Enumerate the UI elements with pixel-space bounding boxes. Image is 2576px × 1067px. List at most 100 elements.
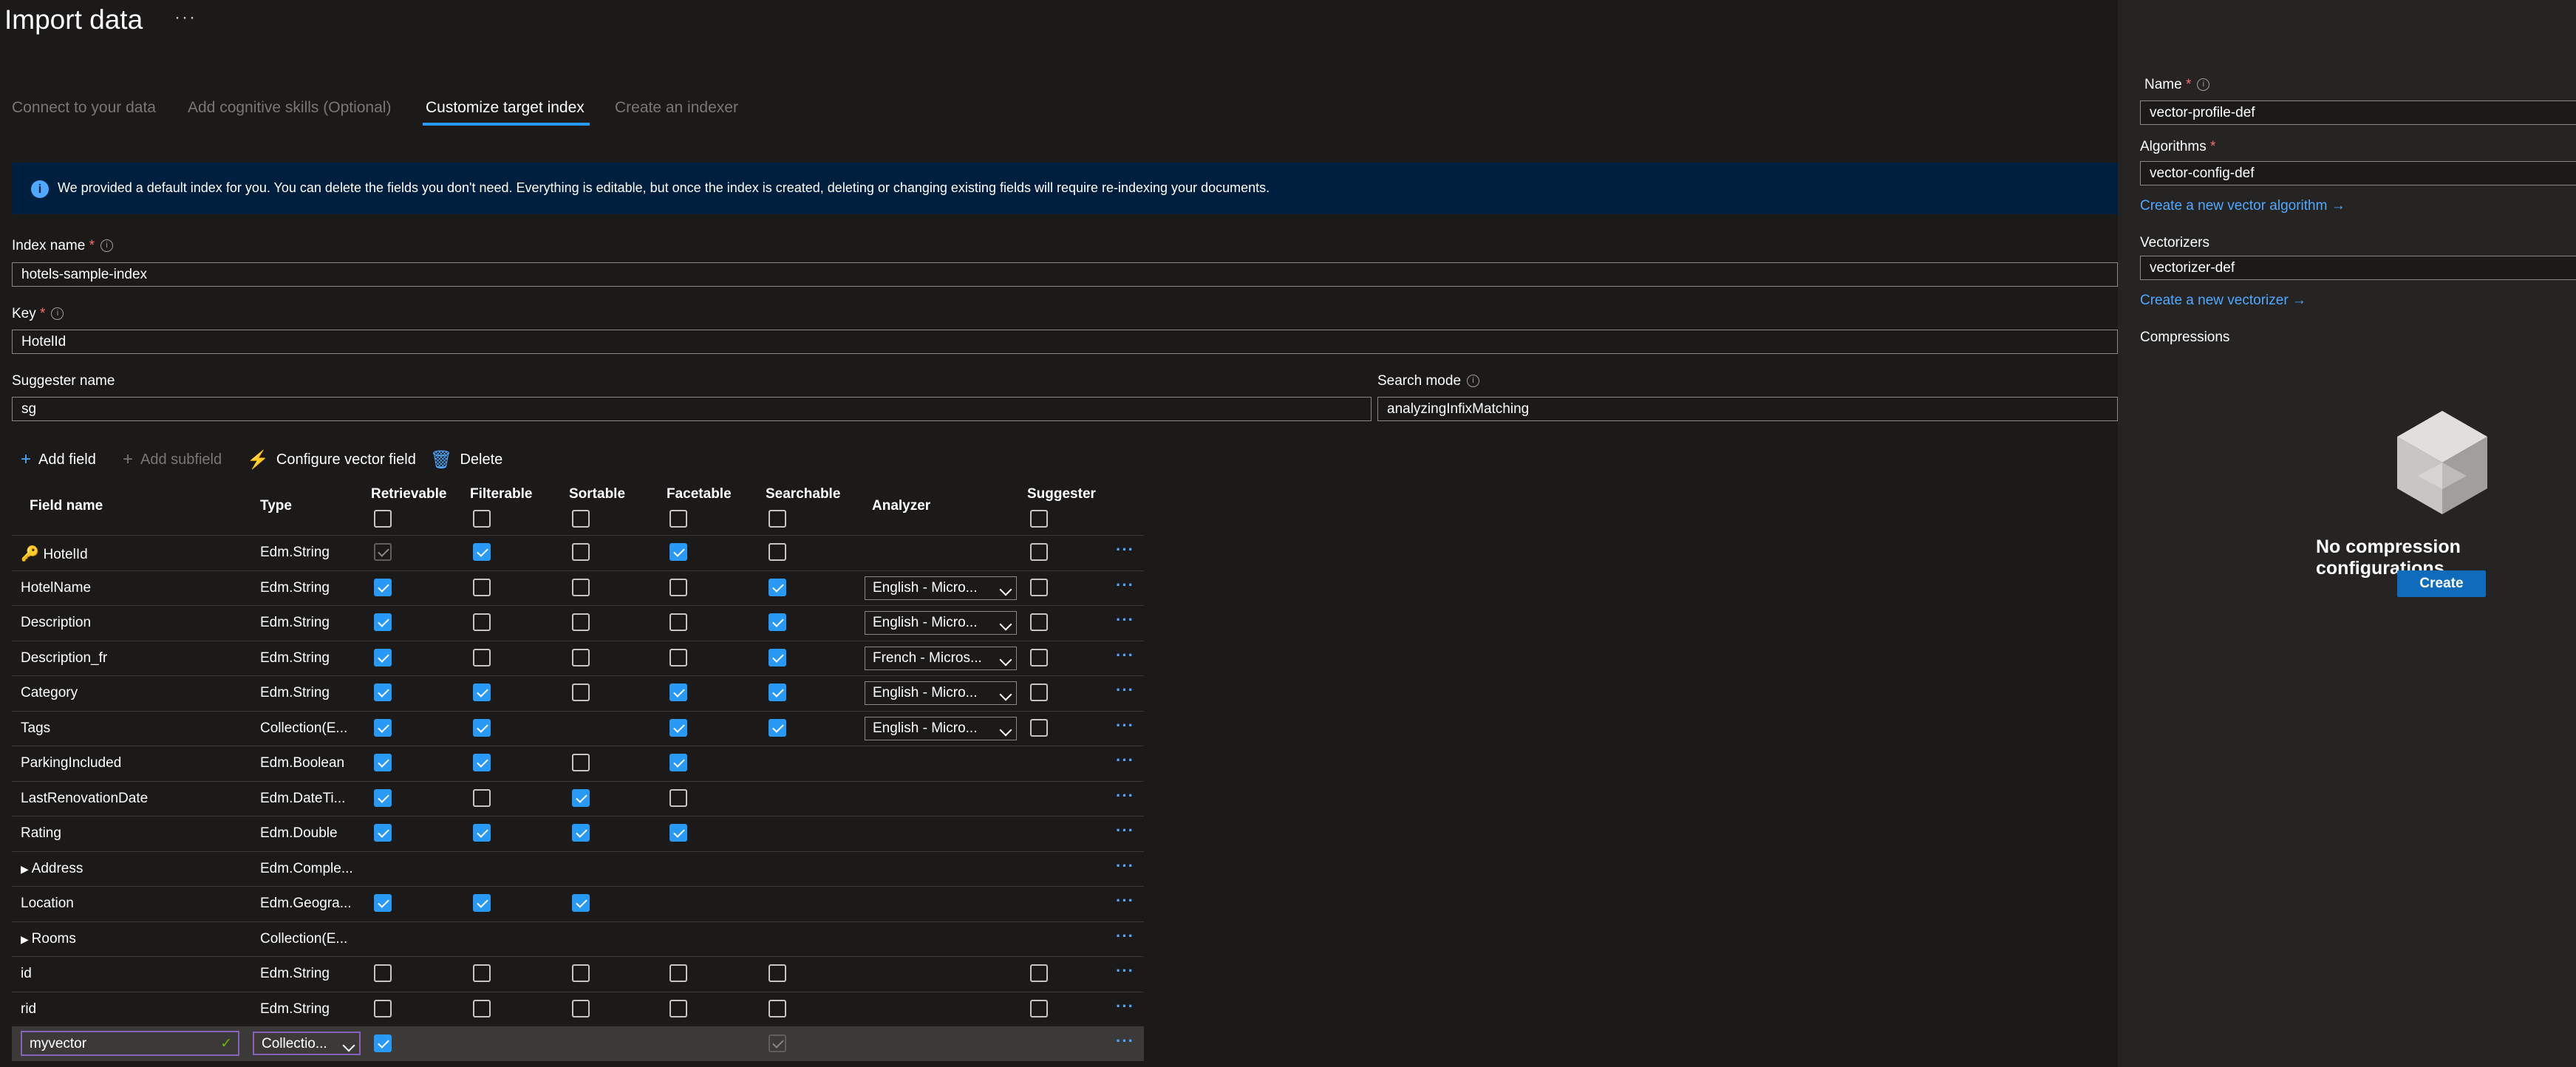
filterable-checkbox[interactable] bbox=[473, 718, 491, 737]
table-row[interactable]: Tags Collection(E... English - Micro... ··· bbox=[12, 710, 1144, 746]
row-more-icon[interactable]: ··· bbox=[1116, 576, 1134, 593]
filterable-checkbox[interactable] bbox=[473, 754, 491, 771]
retrievable-checkbox[interactable] bbox=[374, 754, 392, 771]
filterable-checkbox[interactable] bbox=[473, 578, 491, 596]
searchable-checkbox[interactable] bbox=[769, 543, 786, 561]
row-more-icon[interactable]: ··· bbox=[1116, 752, 1134, 768]
retrievable-checkbox[interactable] bbox=[374, 718, 392, 737]
filterable-checkbox[interactable] bbox=[473, 824, 491, 842]
searchable-checkbox[interactable] bbox=[769, 613, 786, 631]
facetable-checkbox[interactable] bbox=[669, 613, 687, 631]
tab-cognitive-skills[interactable]: Add cognitive skills (Optional) bbox=[188, 99, 391, 117]
retrievable-checkbox[interactable] bbox=[374, 964, 392, 982]
row-more-icon[interactable]: ··· bbox=[1116, 542, 1134, 558]
table-row[interactable]: rid Edm.String ··· bbox=[12, 991, 1144, 1026]
facetable-checkbox[interactable] bbox=[669, 578, 687, 596]
filterable-checkbox[interactable] bbox=[473, 999, 491, 1017]
suggester-checkbox[interactable] bbox=[1030, 613, 1048, 631]
sortable-checkbox[interactable] bbox=[572, 964, 590, 982]
search-mode-input[interactable]: analyzingInfixMatching bbox=[1377, 397, 2118, 421]
table-row[interactable]: HotelName Edm.String English - Micro... ··· bbox=[12, 570, 1144, 605]
profile-name-input[interactable]: vector-profile-def bbox=[2140, 100, 2576, 125]
select-all-facetable-checkbox[interactable] bbox=[669, 510, 687, 528]
searchable-checkbox[interactable] bbox=[769, 999, 786, 1017]
retrievable-checkbox[interactable] bbox=[374, 684, 392, 701]
sortable-checkbox[interactable] bbox=[572, 999, 590, 1017]
sortable-checkbox[interactable] bbox=[572, 543, 590, 561]
sortable-checkbox[interactable] bbox=[572, 788, 590, 807]
searchable-checkbox[interactable] bbox=[769, 718, 786, 737]
retrievable-checkbox[interactable] bbox=[374, 894, 392, 912]
facetable-checkbox[interactable] bbox=[669, 648, 687, 667]
retrievable-checkbox[interactable] bbox=[374, 824, 392, 842]
analyzer-select[interactable]: English - Micro... bbox=[865, 681, 1017, 705]
suggester-checkbox[interactable] bbox=[1030, 999, 1048, 1017]
retrievable-checkbox[interactable] bbox=[374, 1034, 392, 1052]
facetable-checkbox[interactable] bbox=[669, 999, 687, 1017]
searchable-checkbox[interactable] bbox=[769, 964, 786, 982]
row-more-icon[interactable]: ··· bbox=[1116, 927, 1134, 944]
analyzer-select[interactable]: English - Micro... bbox=[865, 716, 1017, 740]
row-more-icon[interactable]: ··· bbox=[1116, 857, 1134, 873]
create-algorithm-link[interactable]: Create a new vector algorithm → bbox=[2140, 198, 2345, 214]
table-row[interactable]: ParkingIncluded Edm.Boolean ··· bbox=[12, 746, 1144, 780]
row-more-icon[interactable]: ··· bbox=[1116, 682, 1134, 698]
analyzer-select[interactable]: French - Micros... bbox=[865, 646, 1017, 670]
suggester-checkbox[interactable] bbox=[1030, 964, 1048, 982]
facetable-checkbox[interactable] bbox=[669, 684, 687, 701]
field-type-select[interactable]: Collectio... bbox=[253, 1032, 361, 1055]
filterable-checkbox[interactable] bbox=[473, 613, 491, 631]
suggester-checkbox[interactable] bbox=[1030, 543, 1048, 561]
suggester-checkbox[interactable] bbox=[1030, 578, 1048, 596]
configure-vector-field-button[interactable]: ⚡ Configure vector field bbox=[247, 449, 416, 471]
suggester-checkbox[interactable] bbox=[1030, 648, 1048, 667]
suggester-checkbox[interactable] bbox=[1030, 684, 1048, 701]
analyzer-select[interactable]: English - Micro... bbox=[865, 611, 1017, 635]
facetable-checkbox[interactable] bbox=[669, 718, 687, 737]
select-all-filterable-checkbox[interactable] bbox=[473, 510, 491, 528]
more-options-icon[interactable]: ··· bbox=[174, 7, 197, 28]
retrievable-checkbox[interactable] bbox=[374, 543, 392, 561]
row-more-icon[interactable]: ··· bbox=[1116, 1033, 1134, 1049]
sortable-checkbox[interactable] bbox=[572, 578, 590, 596]
retrievable-checkbox[interactable] bbox=[374, 613, 392, 631]
index-name-input[interactable]: hotels-sample-index bbox=[12, 262, 2118, 287]
delete-button[interactable]: 🗑 Delete bbox=[430, 449, 502, 471]
suggester-checkbox[interactable] bbox=[1030, 718, 1048, 737]
retrievable-checkbox[interactable] bbox=[374, 999, 392, 1017]
sortable-checkbox[interactable] bbox=[572, 824, 590, 842]
filterable-checkbox[interactable] bbox=[473, 964, 491, 982]
table-row[interactable]: ▶ Address Edm.Comple... ··· bbox=[12, 850, 1144, 886]
retrievable-checkbox[interactable] bbox=[374, 648, 392, 667]
facetable-checkbox[interactable] bbox=[669, 788, 687, 807]
select-all-sortable-checkbox[interactable] bbox=[572, 510, 590, 528]
sortable-checkbox[interactable] bbox=[572, 648, 590, 667]
row-more-icon[interactable]: ··· bbox=[1116, 717, 1134, 733]
row-more-icon[interactable]: ··· bbox=[1116, 647, 1134, 663]
table-row[interactable]: Location Edm.Geogra... ··· bbox=[12, 886, 1144, 921]
sortable-checkbox[interactable] bbox=[572, 894, 590, 912]
row-more-icon[interactable]: ··· bbox=[1116, 612, 1134, 628]
filterable-checkbox[interactable] bbox=[473, 788, 491, 807]
create-vectorizer-link[interactable]: Create a new vectorizer → bbox=[2140, 293, 2306, 309]
row-more-icon[interactable]: ··· bbox=[1116, 963, 1134, 979]
searchable-checkbox[interactable] bbox=[769, 578, 786, 596]
searchable-checkbox[interactable] bbox=[769, 1034, 786, 1052]
retrievable-checkbox[interactable] bbox=[374, 788, 392, 807]
table-row[interactable]: id Edm.String ··· bbox=[12, 956, 1144, 991]
analyzer-select[interactable]: English - Micro... bbox=[865, 576, 1017, 600]
table-row[interactable]: LastRenovationDate Edm.DateTi... ··· bbox=[12, 780, 1144, 816]
filterable-checkbox[interactable] bbox=[473, 894, 491, 912]
filterable-checkbox[interactable] bbox=[473, 543, 491, 561]
suggester-name-input[interactable]: sg bbox=[12, 397, 1372, 421]
select-all-suggester-checkbox[interactable] bbox=[1030, 510, 1048, 528]
table-row[interactable]: Description_fr Edm.String French - Micros.… bbox=[12, 640, 1144, 675]
facetable-checkbox[interactable] bbox=[669, 543, 687, 561]
table-row[interactable]: ▶ Rooms Collection(E... ··· bbox=[12, 921, 1144, 956]
facetable-checkbox[interactable] bbox=[669, 964, 687, 982]
add-field-button[interactable]: + Add field bbox=[21, 449, 96, 470]
searchable-checkbox[interactable] bbox=[769, 648, 786, 667]
facetable-checkbox[interactable] bbox=[669, 824, 687, 842]
expand-icon[interactable]: ▶ bbox=[21, 933, 32, 945]
select-all-searchable-checkbox[interactable] bbox=[769, 510, 786, 528]
